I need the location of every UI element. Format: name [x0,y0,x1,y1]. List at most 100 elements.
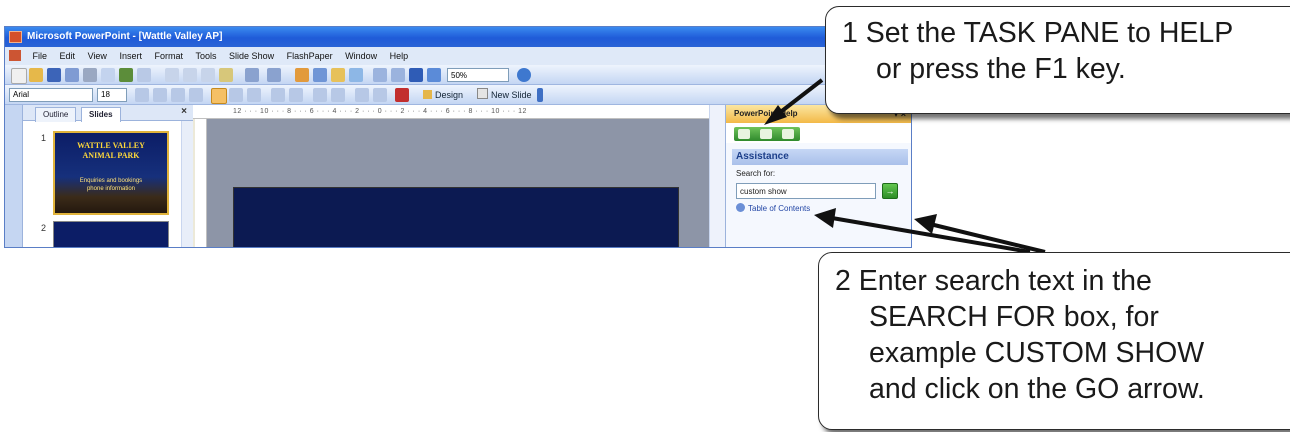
slide-thumbnail-2[interactable] [53,221,169,247]
toolbar-options-icon[interactable] [537,88,543,102]
tab-slides[interactable]: Slides [81,107,121,122]
menu-bar: File Edit View Insert Format Tools Slide… [5,47,911,83]
research-icon[interactable] [137,68,151,82]
menu-file[interactable]: File [28,47,53,65]
menu-format[interactable]: Format [149,47,188,65]
paste-icon[interactable] [201,68,215,82]
bold-icon[interactable] [135,88,149,102]
expand-all-icon[interactable] [373,68,387,82]
print-icon[interactable] [83,68,97,82]
document-icon[interactable] [9,50,21,61]
menu-window[interactable]: Window [340,47,382,65]
slides-pane: Outline Slides × 1 WATTLE VALLEY ANIMAL … [23,105,193,247]
menu-edit[interactable]: Edit [55,47,81,65]
workspace: Outline Slides × 1 WATTLE VALLEY ANIMAL … [5,105,911,247]
slide-editor [207,119,709,247]
search-for-input[interactable] [736,183,876,199]
toc-label: Table of Contents [748,204,811,213]
italic-icon[interactable] [153,88,167,102]
new-document-icon[interactable] [11,68,27,84]
insert-chart-icon[interactable] [295,68,309,82]
numbering-icon[interactable] [271,88,285,102]
slide-subtitle-line-1: Enquiries and bookings [79,178,143,184]
formatting-toolbar: Arial 18 Design New Slide [5,85,911,105]
open-folder-icon[interactable] [29,68,43,82]
go-arrow-button[interactable]: → [882,183,898,199]
assistance-heading: Assistance [732,149,908,165]
callout-1-line-1: 1 Set the TASK PANE to HELP [842,17,1234,49]
menu-help[interactable]: Help [385,47,414,65]
forward-icon[interactable] [760,129,772,139]
task-pane-nav [734,127,800,141]
toc-icon [736,203,745,212]
save-icon[interactable] [47,68,61,82]
table-of-contents-link[interactable]: Table of Contents [736,203,810,213]
horizontal-ruler: 12 · · · 10 · · · 8 · · · 6 · · · 4 · · … [193,105,709,119]
format-painter-icon[interactable] [219,68,233,82]
design-label: Design [435,90,464,100]
design-button[interactable]: Design [423,88,463,102]
spelling-icon[interactable] [119,68,133,82]
menu-slide-show[interactable]: Slide Show [224,47,279,65]
help-icon[interactable] [517,68,531,82]
align-left-icon[interactable] [211,88,227,104]
slide-title-line-2: ANIMAL PARK [82,151,140,160]
font-select[interactable]: Arial [9,88,93,102]
cut-icon[interactable] [165,68,179,82]
powerpoint-window: Microsoft PowerPoint - [Wattle Valley AP… [4,26,912,248]
task-pane-body: Assistance Search for: → Table of Conten… [726,143,911,247]
zoom-select[interactable]: 50% [447,68,509,82]
menu-flashpaper[interactable]: FlashPaper [282,47,338,65]
callout-step-1: 1 Set the TASK PANE to HELP or press the… [825,6,1290,114]
slide-canvas[interactable] [233,187,679,247]
menu-view[interactable]: View [83,47,112,65]
back-icon[interactable] [738,129,750,139]
thumbnails-scrollbar[interactable] [181,121,193,247]
menu-insert[interactable]: Insert [114,47,147,65]
underline-icon[interactable] [171,88,185,102]
vertical-ruler [195,119,207,247]
task-pane-title: PowerPoint Help [734,109,798,118]
title-bar: Microsoft PowerPoint - [Wattle Valley AP… [5,27,911,47]
undo-icon[interactable] [245,68,259,82]
menu-tools[interactable]: Tools [191,47,222,65]
search-for-label: Search for: [736,169,776,178]
font-color-icon[interactable] [395,88,409,102]
tables-borders-icon[interactable] [331,68,345,82]
close-icon[interactable]: × [181,106,187,117]
decrease-font-icon[interactable] [331,88,345,102]
home-icon[interactable] [782,129,794,139]
callout-2-line-3: example CUSTOM SHOW [869,337,1205,369]
color-grayscale-icon[interactable] [427,68,441,82]
print-preview-icon[interactable] [101,68,115,82]
slide-thumbnail-1[interactable]: WATTLE VALLEY ANIMAL PARK Enquiries and … [53,131,169,215]
insert-table-icon[interactable] [313,68,327,82]
new-slide-button[interactable]: New Slide [477,88,532,102]
slide-title-line-1: WATTLE VALLEY [77,141,145,150]
editor-scrollbar[interactable] [709,105,725,247]
increase-indent-icon[interactable] [373,88,387,102]
arrowhead-go-button [914,214,937,234]
copy-icon[interactable] [183,68,197,82]
decrease-indent-icon[interactable] [355,88,369,102]
permission-icon[interactable] [65,68,79,82]
bullets-icon[interactable] [289,88,303,102]
align-right-icon[interactable] [247,88,261,102]
callout-2-line-2: SEARCH FOR box, for [869,301,1159,333]
insert-diagram-icon[interactable] [349,68,363,82]
design-icon [423,90,432,99]
grid-icon[interactable] [409,68,423,82]
increase-font-icon[interactable] [313,88,327,102]
show-formatting-icon[interactable] [391,68,405,82]
powerpoint-app-icon [9,31,22,43]
font-size-select[interactable]: 18 [97,88,127,102]
slide-subtitle-line-2: phone information [86,186,136,192]
tab-outline[interactable]: Outline [35,107,77,122]
center-icon[interactable] [229,88,243,102]
window-title: Microsoft PowerPoint - [Wattle Valley AP… [27,31,223,42]
slide-number-1: 1 [41,133,47,143]
task-pane: PowerPoint Help ▾ × Assistance Search fo… [725,105,911,247]
redo-icon[interactable] [267,68,281,82]
shadow-icon[interactable] [189,88,203,102]
callout-2-line-4: and click on the GO arrow. [869,373,1205,405]
